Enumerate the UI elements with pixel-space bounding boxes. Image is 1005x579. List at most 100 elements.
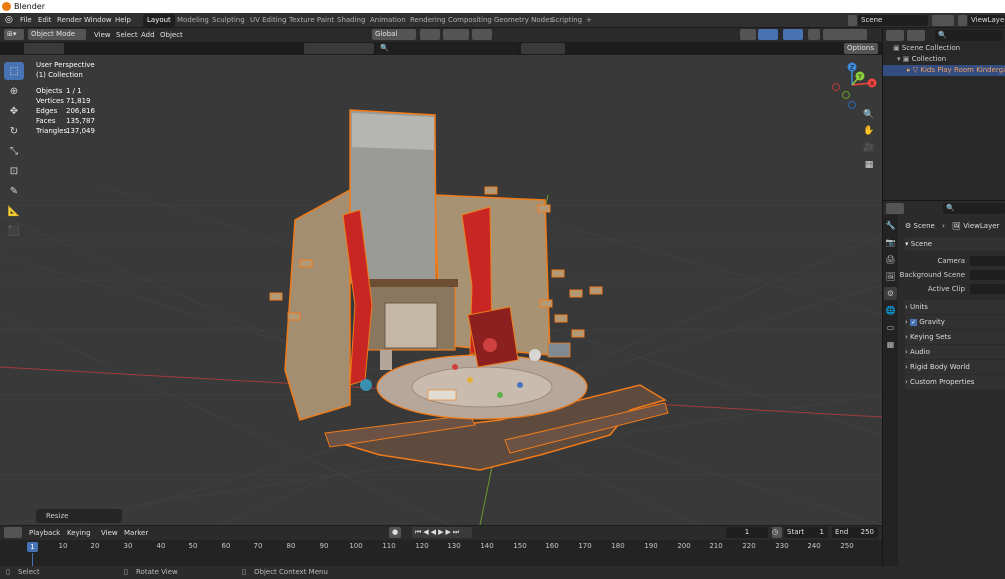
properties-search-input[interactable]: 🔍	[943, 203, 1005, 214]
select-mode-buttons[interactable]	[24, 43, 64, 54]
keying-sets-panel-header[interactable]: › Keying Sets	[905, 330, 1005, 344]
outliner-scene-collection[interactable]: ▣ Scene Collection	[893, 43, 1005, 54]
camera-field[interactable]	[970, 256, 1005, 266]
timeline-menu-keying[interactable]: Keying	[67, 526, 91, 540]
menu-render[interactable]: Render	[57, 13, 82, 28]
zoom-icon[interactable]: 🔍	[862, 108, 876, 122]
menu-window[interactable]: Window	[84, 13, 112, 28]
current-frame-field[interactable]: 1	[726, 527, 768, 538]
navigation-gizmo[interactable]: X Z Y	[828, 59, 880, 111]
timeline-menu-marker[interactable]: Marker	[124, 526, 148, 540]
editor-type-button[interactable]: ⊞▾	[4, 29, 24, 40]
mode-selector[interactable]: Object Mode	[28, 29, 86, 40]
tool-tab-icon[interactable]: 🔧	[884, 219, 897, 232]
texture-tab-icon[interactable]: ▦	[884, 338, 897, 351]
gizmo-toggle-button[interactable]	[758, 29, 778, 40]
tab-scripting[interactable]: Scripting	[547, 14, 586, 27]
properties-breadcrumb: ⚙ Scene › 🖼 ViewLayer	[905, 222, 1000, 230]
world-tab-icon[interactable]: 🌐	[884, 304, 897, 317]
resize-operator-panel[interactable]: Resize	[36, 509, 122, 523]
custom-properties-panel-header[interactable]: › Custom Properties	[905, 375, 1005, 389]
collection-tab-icon[interactable]: ▭	[884, 321, 897, 334]
blender-menu-icon[interactable]: ◎	[5, 13, 13, 28]
select-box-tool[interactable]: ⬚	[4, 62, 24, 80]
gravity-checkbox[interactable]: ✓	[910, 319, 918, 326]
timeline-menu-view[interactable]: View	[101, 526, 118, 540]
add-cube-tool[interactable]: ⬛	[4, 222, 24, 240]
viewport-filter-buttons[interactable]	[304, 43, 374, 54]
menu-edit[interactable]: Edit	[38, 13, 52, 28]
tab-animation[interactable]: Animation	[366, 14, 410, 27]
transform-tool[interactable]: ⊡	[4, 162, 24, 180]
gravity-panel-header[interactable]: › ✓ Gravity	[905, 315, 1005, 329]
tab-compositing[interactable]: Compositing	[444, 14, 496, 27]
rigid-body-world-panel-header[interactable]: › Rigid Body World	[905, 360, 1005, 374]
tab-texture-paint[interactable]: Texture Paint	[285, 14, 338, 27]
playback-controls[interactable]: ⏮◀◀▶▶⏭	[412, 527, 472, 538]
scene-tab-icon[interactable]: ⚙	[884, 287, 897, 300]
viewport-menu-add[interactable]: Add	[141, 28, 155, 42]
outliner-editor-type[interactable]	[886, 30, 904, 41]
tab-layout[interactable]: Layout	[143, 14, 175, 27]
end-frame-field[interactable]: End 250	[832, 527, 878, 538]
3d-viewport[interactable]: ⬚ ⊕ ✥ ↻ ⤡ ⊡ ✎ 📐 ⬛ User Perspective (1) C…	[0, 55, 882, 525]
pan-hand-icon[interactable]: ✋	[862, 124, 876, 138]
record-button[interactable]: ●	[389, 527, 401, 538]
menu-file[interactable]: File	[20, 13, 32, 28]
viewport-menu-view[interactable]: View	[94, 28, 111, 42]
tab-shading[interactable]: Shading	[333, 14, 369, 27]
properties-editor-type[interactable]	[886, 203, 904, 214]
timeline-playhead[interactable]: 1	[27, 542, 38, 552]
status-bar: ▯ Select ▯ Rotate View ▯ Object Context …	[0, 566, 1005, 579]
viewport-extra-buttons[interactable]	[521, 43, 565, 54]
scale-tool[interactable]: ⤡	[4, 142, 24, 160]
camera-view-icon[interactable]: 🎥	[862, 141, 876, 155]
visibility-button[interactable]	[740, 29, 756, 40]
options-button[interactable]: Options	[844, 43, 878, 54]
annotate-tool[interactable]: ✎	[4, 182, 24, 200]
menu-help[interactable]: Help	[115, 13, 131, 28]
outliner-collection[interactable]: ▾ ▣ Collection	[897, 54, 1005, 65]
view-layer-icon: 🖼	[952, 222, 964, 230]
tab-uv-editing[interactable]: UV Editing	[246, 14, 291, 27]
viewport-menu-select[interactable]: Select	[116, 28, 138, 42]
move-tool[interactable]: ✥	[4, 102, 24, 120]
snap-button[interactable]	[443, 29, 469, 40]
tab-sculpting[interactable]: Sculpting	[208, 14, 249, 27]
measure-tool[interactable]: 📐	[4, 202, 24, 220]
output-tab-icon[interactable]: 🖨	[884, 253, 897, 266]
add-workspace-button[interactable]: +	[582, 14, 596, 27]
gizmo-z-label: Z	[850, 65, 854, 72]
rotate-tool[interactable]: ↻	[4, 122, 24, 140]
clock-icon[interactable]: ◷	[772, 527, 782, 538]
view-layer-selector[interactable]: ViewLayer	[968, 15, 1005, 26]
proportional-edit-button[interactable]	[472, 29, 492, 40]
xray-toggle-button[interactable]	[808, 29, 820, 40]
tab-modeling[interactable]: Modeling	[173, 14, 213, 27]
object-mesh-icon: ▸ ▽	[907, 66, 921, 74]
view-layer-tab-icon[interactable]: 🖼	[884, 270, 897, 283]
active-clip-field[interactable]	[970, 284, 1005, 294]
outliner-object-row[interactable]: ▸ ▽ Kids Play Room Kindergarten	[883, 65, 1005, 76]
outliner-display-mode[interactable]	[907, 30, 925, 41]
transform-orientation-selector[interactable]: Global	[372, 29, 416, 40]
cursor-tool[interactable]: ⊕	[4, 82, 24, 100]
timeline-editor-type[interactable]	[4, 527, 22, 538]
overlay-toggle-button[interactable]	[783, 29, 803, 40]
title-bar: Blender	[0, 0, 1005, 13]
shading-mode-buttons[interactable]	[823, 29, 867, 40]
scene-selector[interactable]: Scene	[858, 15, 928, 26]
render-tab-icon[interactable]: 📷	[884, 236, 897, 249]
pivot-point-button[interactable]	[420, 29, 440, 40]
start-frame-field[interactable]: Start 1	[784, 527, 828, 538]
background-scene-field[interactable]	[970, 270, 1005, 280]
units-panel-header[interactable]: › Units	[905, 300, 1005, 314]
scene-buttons[interactable]	[932, 15, 954, 26]
outliner-search-input[interactable]: 🔍	[935, 30, 1003, 41]
viewport-menu-object[interactable]: Object	[160, 28, 183, 42]
perspective-grid-icon[interactable]: ▦	[862, 158, 876, 172]
timeline-menu-playback[interactable]: Playback	[29, 526, 60, 540]
viewport-search-input[interactable]: 🔍	[377, 43, 517, 54]
scene-section-header[interactable]: ▾ Scene	[905, 237, 1005, 251]
audio-panel-header[interactable]: › Audio	[905, 345, 1005, 359]
